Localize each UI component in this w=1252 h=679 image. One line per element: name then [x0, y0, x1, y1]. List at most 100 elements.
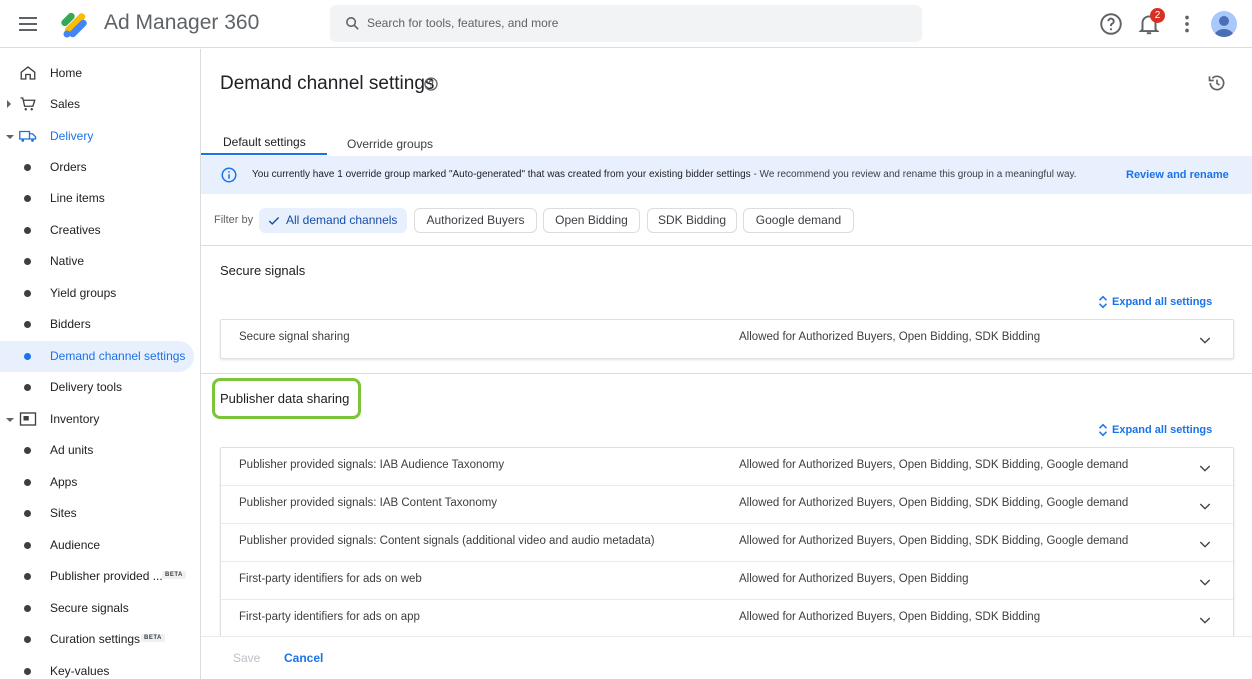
settings-card-secure-signals: Secure signal sharing Allowed for Author…: [220, 319, 1234, 359]
setting-row[interactable]: Publisher provided signals: IAB Content …: [221, 486, 1233, 524]
setting-row[interactable]: First-party identifiers for ads on app A…: [221, 600, 1233, 638]
setting-row[interactable]: Publisher provided signals: IAB Audience…: [221, 448, 1233, 486]
sidebar-item-apps[interactable]: Apps: [0, 467, 194, 498]
filter-bar: Filter by All demand channels Authorized…: [201, 194, 1252, 246]
tab-default-settings[interactable]: Default settings: [223, 135, 306, 149]
chevron-down-icon[interactable]: [1197, 332, 1213, 348]
sidebar-item-bidders[interactable]: Bidders: [0, 309, 194, 340]
sidebar-item-line-items[interactable]: Line items: [0, 183, 194, 214]
save-button[interactable]: Save: [233, 651, 260, 665]
sidebar-item-label: Sites: [50, 506, 77, 520]
chip-sdk-bidding[interactable]: SDK Bidding: [647, 208, 737, 233]
caret-down-icon[interactable]: [6, 135, 14, 139]
avatar[interactable]: [1211, 11, 1237, 37]
setting-row[interactable]: First-party identifiers for ads on web A…: [221, 562, 1233, 600]
chip-label: All demand channels: [286, 213, 398, 227]
chevron-down-icon[interactable]: [1197, 536, 1213, 552]
bullet-icon: [24, 258, 31, 265]
sidebar-item-yield-groups[interactable]: Yield groups: [0, 278, 194, 309]
help-icon[interactable]: [1098, 11, 1124, 37]
caret-right-icon[interactable]: [7, 100, 11, 108]
menu-icon[interactable]: [16, 12, 40, 36]
bullet-icon: [24, 353, 31, 360]
setting-row[interactable]: Secure signal sharing Allowed for Author…: [221, 320, 1233, 358]
setting-value: Allowed for Authorized Buyers, Open Bidd…: [739, 331, 1041, 343]
tab-bar: Default settings Override groups: [201, 131, 1252, 156]
sidebar-item-inventory[interactable]: Inventory: [0, 404, 194, 435]
sidebar-item-label: Secure signals: [50, 601, 129, 615]
expand-all-settings-button[interactable]: Expand all settings: [1098, 423, 1213, 437]
sidebar-item-creatives[interactable]: Creatives: [0, 215, 194, 246]
unfold-more-icon: [1098, 423, 1108, 437]
sidebar-item-delivery-tools[interactable]: Delivery tools: [0, 372, 194, 403]
sidebar-item-orders[interactable]: Orders: [0, 152, 194, 183]
setting-name: Secure signal sharing: [239, 331, 350, 343]
more-vert-icon[interactable]: [1174, 11, 1200, 37]
bullet-icon: [24, 384, 31, 391]
sidebar-item-sales[interactable]: Sales: [0, 89, 194, 120]
cancel-button[interactable]: Cancel: [284, 651, 323, 665]
banner-message-bold: You currently have 1 override group mark…: [252, 169, 751, 180]
sidebar-item-curation-settings[interactable]: Curation settings BETA: [0, 624, 194, 655]
bullet-icon: [24, 479, 31, 486]
chip-google-demand[interactable]: Google demand: [743, 208, 854, 233]
sidebar-item-demand-channel-settings[interactable]: Demand channel settings: [0, 341, 194, 372]
chevron-down-icon[interactable]: [1197, 612, 1213, 628]
chevron-down-icon[interactable]: [1197, 574, 1213, 590]
sidebar-item-label: Line items: [50, 191, 105, 205]
sidebar-item-key-values[interactable]: Key-values: [0, 656, 194, 679]
sidebar-item-ad-units[interactable]: Ad units: [0, 435, 194, 466]
setting-name: Publisher provided signals: Content sign…: [239, 535, 655, 547]
chip-label: Google demand: [755, 213, 842, 227]
expand-all-label: Expand all settings: [1112, 424, 1213, 436]
banner-message: You currently have 1 override group mark…: [252, 169, 1077, 180]
expand-all-settings-button[interactable]: Expand all settings: [1098, 295, 1212, 309]
sidebar-item-sites[interactable]: Sites: [0, 498, 194, 529]
sidebar-item-label: Key-values: [50, 664, 110, 678]
ad-manager-logo[interactable]: [58, 6, 94, 42]
chip-all-demand-channels[interactable]: All demand channels: [259, 208, 407, 233]
sidebar-item-audience[interactable]: Audience: [0, 530, 194, 561]
filter-label: Filter by: [214, 214, 254, 226]
sidebar-item-publisher-provided[interactable]: Publisher provided ... BETA: [0, 561, 194, 592]
chevron-down-icon[interactable]: [1197, 460, 1213, 476]
notification-badge: 2: [1150, 8, 1165, 23]
app-title: Ad Manager 360: [104, 11, 260, 34]
sidebar-item-home[interactable]: Home: [0, 58, 194, 89]
bullet-icon: [24, 605, 31, 612]
section-title-secure-signals: Secure signals: [220, 263, 306, 278]
chip-authorized-buyers[interactable]: Authorized Buyers: [414, 208, 537, 233]
help-outline-icon[interactable]: [423, 76, 439, 92]
history-icon[interactable]: [1207, 73, 1227, 93]
setting-value: Allowed for Authorized Buyers, Open Bidd…: [739, 459, 1129, 471]
sidebar-item-secure-signals[interactable]: Secure signals: [0, 593, 194, 624]
unfold-more-icon: [1098, 295, 1108, 309]
search-input[interactable]: Search for tools, features, and more: [367, 16, 558, 30]
tab-override-groups[interactable]: Override groups: [347, 137, 433, 151]
setting-row[interactable]: Publisher provided signals: Content sign…: [221, 524, 1233, 562]
sidebar-item-label: Ad units: [50, 443, 94, 457]
sidebar-item-label: Delivery tools: [50, 380, 123, 394]
check-icon: [268, 217, 280, 225]
sidebar-item-delivery[interactable]: Delivery: [0, 121, 194, 152]
top-app-bar: Ad Manager 360 Search for tools, feature…: [0, 0, 1252, 48]
chevron-down-icon[interactable]: [1197, 498, 1213, 514]
sidebar-item-label: Publisher provided ...: [50, 569, 163, 583]
bullet-icon: [24, 321, 31, 328]
setting-value: Allowed for Authorized Buyers, Open Bidd…: [739, 573, 969, 585]
sidebar-item-label: Native: [50, 254, 85, 268]
setting-value: Allowed for Authorized Buyers, Open Bidd…: [739, 535, 1129, 547]
beta-badge: BETA: [141, 634, 165, 642]
search-bar[interactable]: Search for tools, features, and more: [330, 5, 922, 42]
chip-open-bidding[interactable]: Open Bidding: [543, 208, 640, 233]
caret-down-icon[interactable]: [6, 418, 14, 422]
sidebar-item-native[interactable]: Native: [0, 246, 194, 277]
review-and-rename-link[interactable]: Review and rename: [1126, 169, 1229, 181]
setting-value: Allowed for Authorized Buyers, Open Bidd…: [739, 497, 1129, 509]
search-icon: [346, 17, 359, 30]
bullet-icon: [24, 510, 31, 517]
sidebar-item-label: Bidders: [50, 317, 91, 331]
setting-name: Publisher provided signals: IAB Audience…: [239, 459, 505, 471]
bullet-icon: [24, 668, 31, 675]
active-tab-indicator: [201, 153, 327, 155]
